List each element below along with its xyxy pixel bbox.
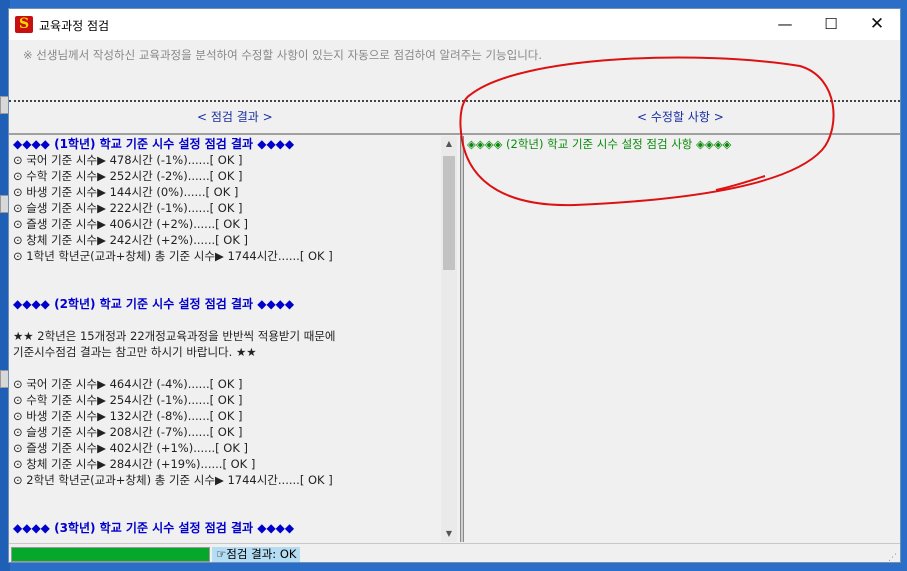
resize-grip-icon[interactable]: ⋰ bbox=[888, 553, 897, 562]
result-line: ⊙ 2학년 학년군(교과+창체) 총 기준 시수▶ 1744시간......[ … bbox=[13, 473, 333, 487]
result-line: ⊙ 슬생 기준 시수▶ 208시간 (-7%)......[ OK ] bbox=[13, 425, 243, 439]
scroll-down-arrow-icon[interactable]: ▼ bbox=[441, 526, 457, 542]
result-line: ⊙ 수학 기준 시수▶ 254시간 (-1%)......[ OK ] bbox=[13, 393, 243, 407]
result-section-heading: ◆◆◆◆ (3학년) 학교 기준 시수 설정 점검 결과 ◆◆◆◆ bbox=[13, 521, 295, 535]
status-result-text: ☞점검 결과: OK bbox=[212, 547, 301, 562]
result-section-heading: ◆◆◆◆ (1학년) 학교 기준 시수 설정 점검 결과 ◆◆◆◆ bbox=[13, 137, 295, 151]
dotted-divider bbox=[9, 100, 900, 102]
result-line: ⊙ 수학 기준 시수▶ 252시간 (-2%)......[ OK ] bbox=[13, 169, 243, 183]
corrections-text: ◈◈◈◈ (2학년) 학교 기준 시수 설정 점검 사항 ◈◈◈◈ bbox=[465, 136, 900, 152]
scroll-thumb[interactable] bbox=[443, 156, 455, 270]
result-line: ⊙ 바생 기준 시수▶ 132시간 (-8%)......[ OK ] bbox=[13, 409, 243, 423]
check-results-heading: < 점검 결과 > bbox=[197, 110, 273, 124]
curriculum-check-window: S 교육과정 점검 — ☐ ✕ ※ 선생님께서 작성하신 교육과정을 분석하여 … bbox=[8, 8, 901, 563]
window-title: 교육과정 점검 bbox=[39, 19, 110, 33]
maximize-button[interactable]: ☐ bbox=[808, 9, 854, 40]
result-line: ⊙ 국어 기준 시수▶ 464시간 (-4%)......[ OK ] bbox=[13, 377, 243, 391]
check-results-text: ◆◆◆◆ (1학년) 학교 기준 시수 설정 점검 결과 ◆◆◆◆ ⊙ 국어 기준… bbox=[13, 136, 443, 536]
result-line: ⊙ 1학년 학년군(교과+창체) 총 기준 시수▶ 1744시간......[ … bbox=[13, 249, 333, 263]
result-line: ⊙ 국어 기준 시수▶ 478시간 (-1%)......[ OK ] bbox=[13, 153, 243, 167]
app-logo-icon: S bbox=[15, 16, 33, 33]
results-scrollbar[interactable]: ▲ ▼ bbox=[441, 136, 457, 542]
result-section-heading: ◆◆◆◆ (2학년) 학교 기준 시수 설정 점검 결과 ◆◆◆◆ bbox=[13, 297, 295, 311]
result-line: ★★ 2학년은 15개정과 22개정교육과정을 반반씩 적용받기 때문에 bbox=[13, 329, 336, 343]
result-line: ⊙ 즐생 기준 시수▶ 406시간 (+2%)......[ OK ] bbox=[13, 217, 249, 231]
result-line: ⊙ 즐생 기준 시수▶ 402시간 (+1%)......[ OK ] bbox=[13, 441, 249, 455]
pane-splitter[interactable] bbox=[460, 136, 464, 542]
scroll-up-arrow-icon[interactable]: ▲ bbox=[441, 136, 457, 152]
progress-bar bbox=[11, 547, 210, 562]
progress-fill bbox=[12, 548, 209, 561]
close-button[interactable]: ✕ bbox=[854, 9, 900, 40]
result-line: ◈◈◈◈ (2학년) 학교 기준 시수 설정 점검 사항 ◈◈◈◈ bbox=[467, 137, 732, 151]
result-line: ⊙ 창체 기준 시수▶ 242시간 (+2%)......[ OK ] bbox=[13, 233, 249, 247]
feature-notice: ※ 선생님께서 작성하신 교육과정을 분석하여 수정할 사항이 있는지 자동으로… bbox=[23, 48, 543, 62]
check-results-pane[interactable]: ◆◆◆◆ (1학년) 학교 기준 시수 설정 점검 결과 ◆◆◆◆ ⊙ 국어 기준… bbox=[9, 136, 458, 542]
result-line: ⊙ 바생 기준 시수▶ 144시간 (0%)......[ OK ] bbox=[13, 185, 239, 199]
result-line: ⊙ 창체 기준 시수▶ 284시간 (+19%)......[ OK ] bbox=[13, 457, 256, 471]
header-separator bbox=[9, 133, 900, 135]
result-line: ⊙ 슬생 기준 시수▶ 222시간 (-1%)......[ OK ] bbox=[13, 201, 243, 215]
title-bar[interactable]: S 교육과정 점검 — ☐ ✕ bbox=[9, 9, 900, 40]
status-bar: ☞점검 결과: OK ⋰ bbox=[9, 543, 900, 562]
corrections-pane[interactable]: ◈◈◈◈ (2학년) 학교 기준 시수 설정 점검 사항 ◈◈◈◈ bbox=[465, 136, 900, 542]
minimize-button[interactable]: — bbox=[762, 9, 808, 40]
corrections-heading: < 수정할 사항 > bbox=[637, 110, 724, 124]
result-line: 기준시수점검 결과는 참고만 하시기 바랍니다. ★★ bbox=[13, 345, 257, 359]
